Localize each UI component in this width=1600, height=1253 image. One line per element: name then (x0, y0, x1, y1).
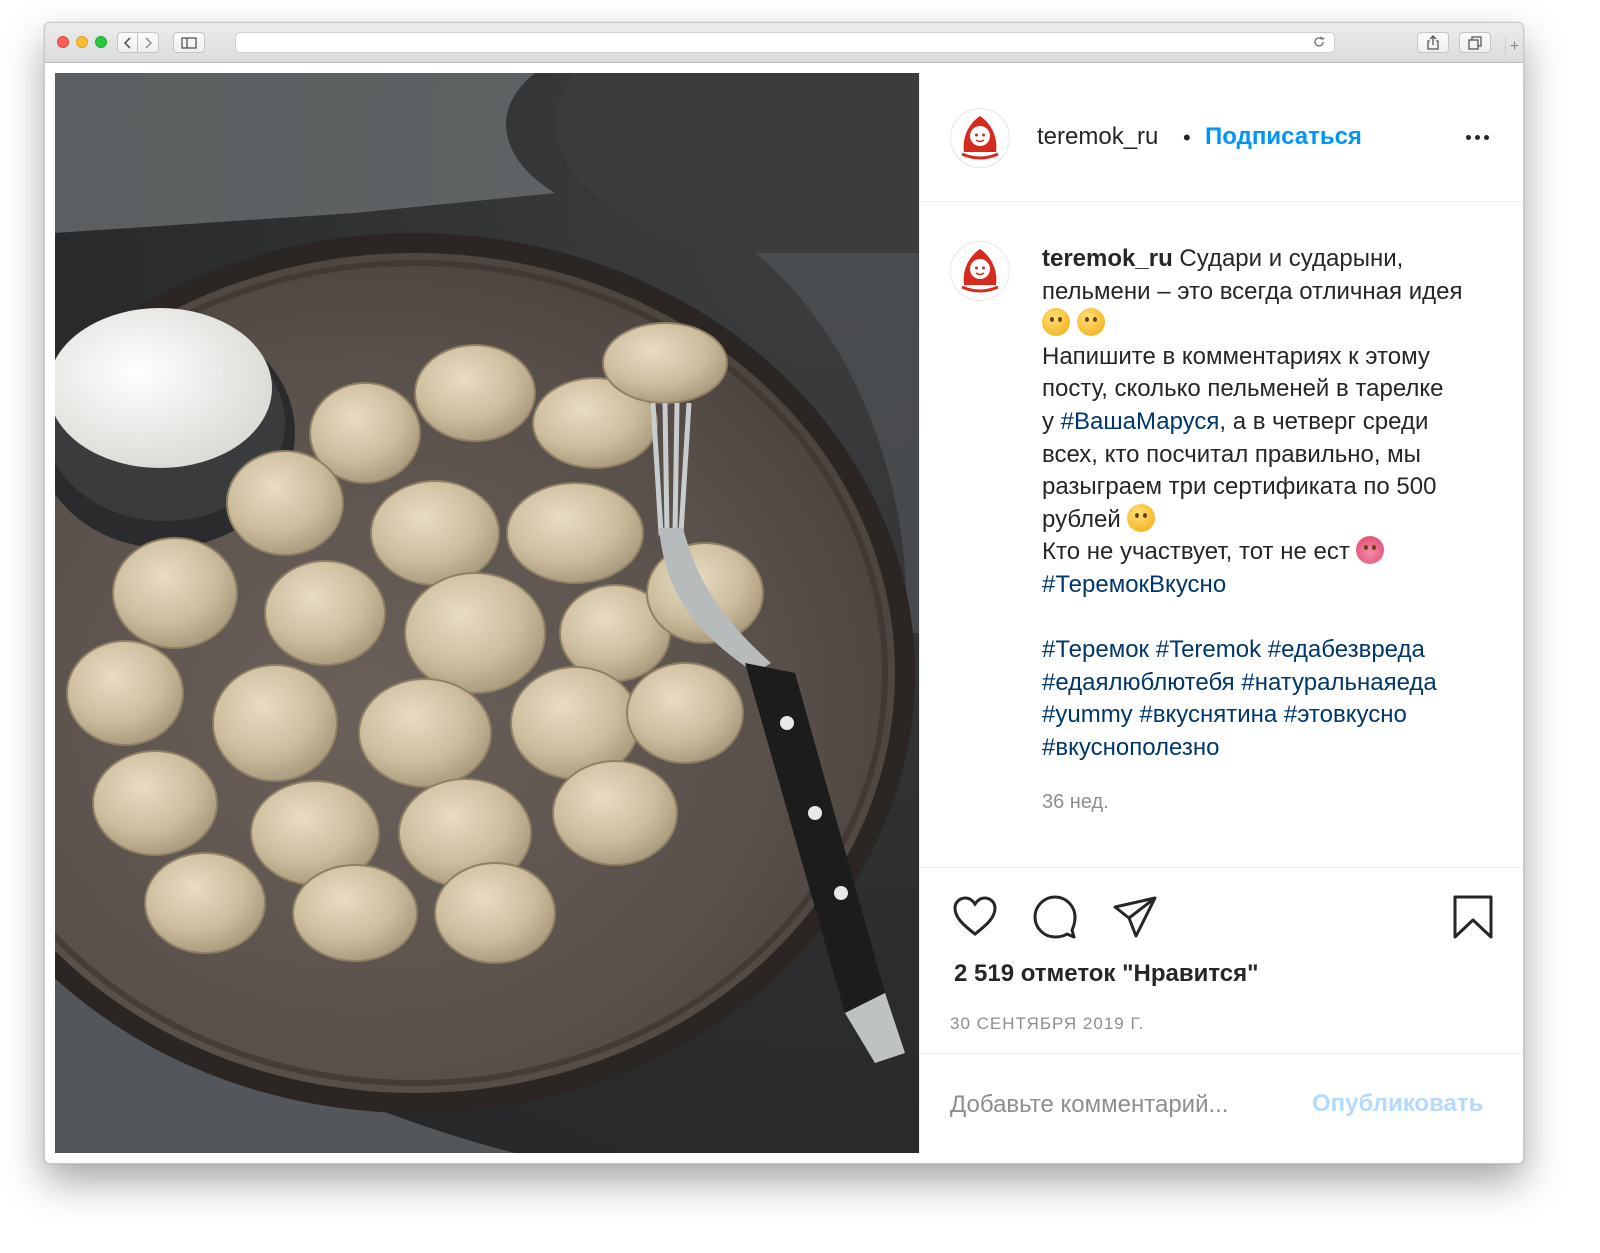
separator-dot: • (1183, 125, 1191, 150)
post-actions: 2 519 отметок "Нравится" 30 СЕНТЯБРЯ 201… (920, 867, 1523, 1154)
caption-text-4: Кто не участвует, тот не ест (1042, 538, 1350, 566)
post-details-panel: teremok_ru • Подписаться teremok_ru Суда… (919, 73, 1523, 1154)
browser-toolbar: + (45, 23, 1523, 63)
post-photo[interactable] (55, 73, 919, 1153)
hashtags-line[interactable]: #yummy #вкуснятина #этовкусно (1042, 701, 1407, 728)
hashtags-line[interactable]: #вкуснополезно (1042, 734, 1219, 761)
forward-button[interactable] (138, 32, 159, 53)
close-window-button[interactable] (57, 36, 69, 48)
post-time-ago[interactable]: 36 нед. (1042, 791, 1109, 814)
caption-avatar[interactable] (950, 241, 1010, 301)
post-date: 30 СЕНТЯБРЯ 2019 Г. (950, 1014, 1145, 1033)
smiling-face-emoji-icon (1127, 503, 1156, 532)
more-options-icon[interactable] (1466, 135, 1489, 140)
dumplings-photo-image (55, 73, 919, 1153)
sidebar-toggle-button[interactable] (173, 32, 205, 53)
hashtags-line[interactable]: #Теремок #Teremok #едабезвреда (1042, 636, 1425, 663)
sidebar-icon (181, 36, 197, 49)
address-bar[interactable] (235, 32, 1335, 53)
winking-face-emoji-icon (1076, 308, 1105, 337)
matryoshka-logo-icon (961, 249, 999, 293)
hashtag-link[interactable]: #ТеремокВкусно (1042, 571, 1226, 598)
tabs-icon (1468, 35, 1482, 50)
chevron-left-icon (123, 36, 131, 49)
relieved-face-emoji-icon (1042, 308, 1070, 337)
tongue-emoji-icon (1356, 536, 1385, 565)
minimize-window-button[interactable] (76, 36, 88, 48)
comment-icon[interactable] (1032, 894, 1078, 940)
comment-input[interactable] (950, 1088, 1290, 1122)
bookmark-icon[interactable] (1450, 894, 1496, 940)
matryoshka-logo-icon (961, 116, 999, 160)
new-tab-button[interactable]: + (1505, 37, 1523, 57)
post-caption: teremok_ru Судари и сударыни, пельмени –… (1042, 243, 1512, 765)
header-username[interactable]: teremok_ru (1037, 123, 1158, 151)
post-header: teremok_ru • Подписаться (920, 73, 1523, 202)
chevron-right-icon (145, 36, 153, 49)
caption-username[interactable]: teremok_ru (1042, 245, 1173, 272)
share-box-icon (1427, 35, 1439, 50)
paper-plane-icon[interactable] (1112, 894, 1158, 940)
back-button[interactable] (117, 32, 138, 53)
hashtag-link[interactable]: #ВашаМаруся (1061, 408, 1220, 435)
follow-button[interactable]: Подписаться (1205, 123, 1362, 151)
heart-icon[interactable] (952, 894, 998, 940)
browser-share-button[interactable] (1417, 32, 1449, 53)
publish-button[interactable]: Опубликовать (1312, 1090, 1483, 1118)
zoom-window-button[interactable] (95, 36, 107, 48)
avatar[interactable] (950, 108, 1010, 168)
browser-window: + teremok_ru • Подписаться teremok_ru Су… (44, 22, 1524, 1164)
hashtags-line[interactable]: #едаялюблютебя #натуральнаяеда (1042, 669, 1437, 696)
tabs-overview-button[interactable] (1459, 32, 1491, 53)
comment-bar: Опубликовать (920, 1053, 1523, 1154)
reload-icon[interactable] (1312, 35, 1326, 49)
likes-count[interactable]: 2 519 отметок "Нравится" (954, 960, 1259, 988)
